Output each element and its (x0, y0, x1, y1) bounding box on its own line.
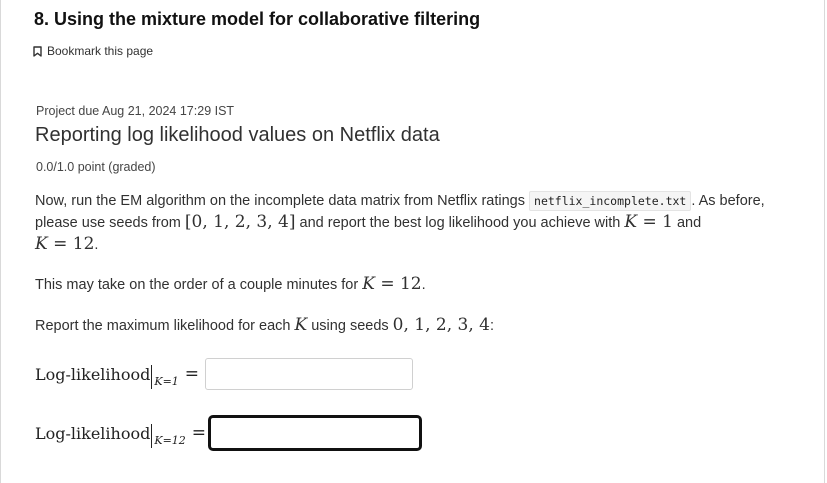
answer-label: Log-likelihood (35, 364, 151, 384)
points-status: 0.0/1.0 point (graded) (36, 160, 156, 174)
frame-border-left (0, 0, 1, 483)
frame-border-right (824, 0, 825, 483)
evaluation-bar (151, 365, 153, 389)
answer-subscript: K=12 (154, 433, 186, 447)
filename-code: netflix_incomplete.txt (529, 191, 692, 211)
runtime-note: This may take on the order of a couple m… (35, 274, 426, 294)
loglikelihood-k1-input[interactable] (205, 358, 414, 390)
seeds-set: [0, 1, 2, 3, 4] (184, 212, 296, 232)
evaluation-bar (151, 424, 153, 448)
loglikelihood-k12-input[interactable] (208, 415, 423, 451)
equals-sign: = (184, 364, 200, 384)
problem-title: Reporting log likelihood values on Netfl… (35, 124, 440, 146)
bookmark-icon (33, 45, 42, 57)
answer-subscript: K=1 (154, 374, 179, 388)
equals-sign: = (191, 423, 207, 443)
report-instruction: Report the maximum likelihood for each K… (35, 315, 495, 335)
answer-row-k1: Log-likelihood K=1 = (35, 358, 414, 390)
section-title: 8. Using the mixture model for collabora… (34, 9, 481, 29)
bookmark-button[interactable]: Bookmark this page (33, 44, 153, 58)
answer-label: Log-likelihood (35, 423, 151, 443)
answer-row-k12: Log-likelihood K=12 = (35, 415, 423, 451)
due-date: Project due Aug 21, 2024 17:29 IST (36, 104, 235, 118)
bookmark-label: Bookmark this page (47, 44, 154, 58)
instructions-paragraph: Now, run the EM algorithm on the incompl… (35, 191, 765, 254)
